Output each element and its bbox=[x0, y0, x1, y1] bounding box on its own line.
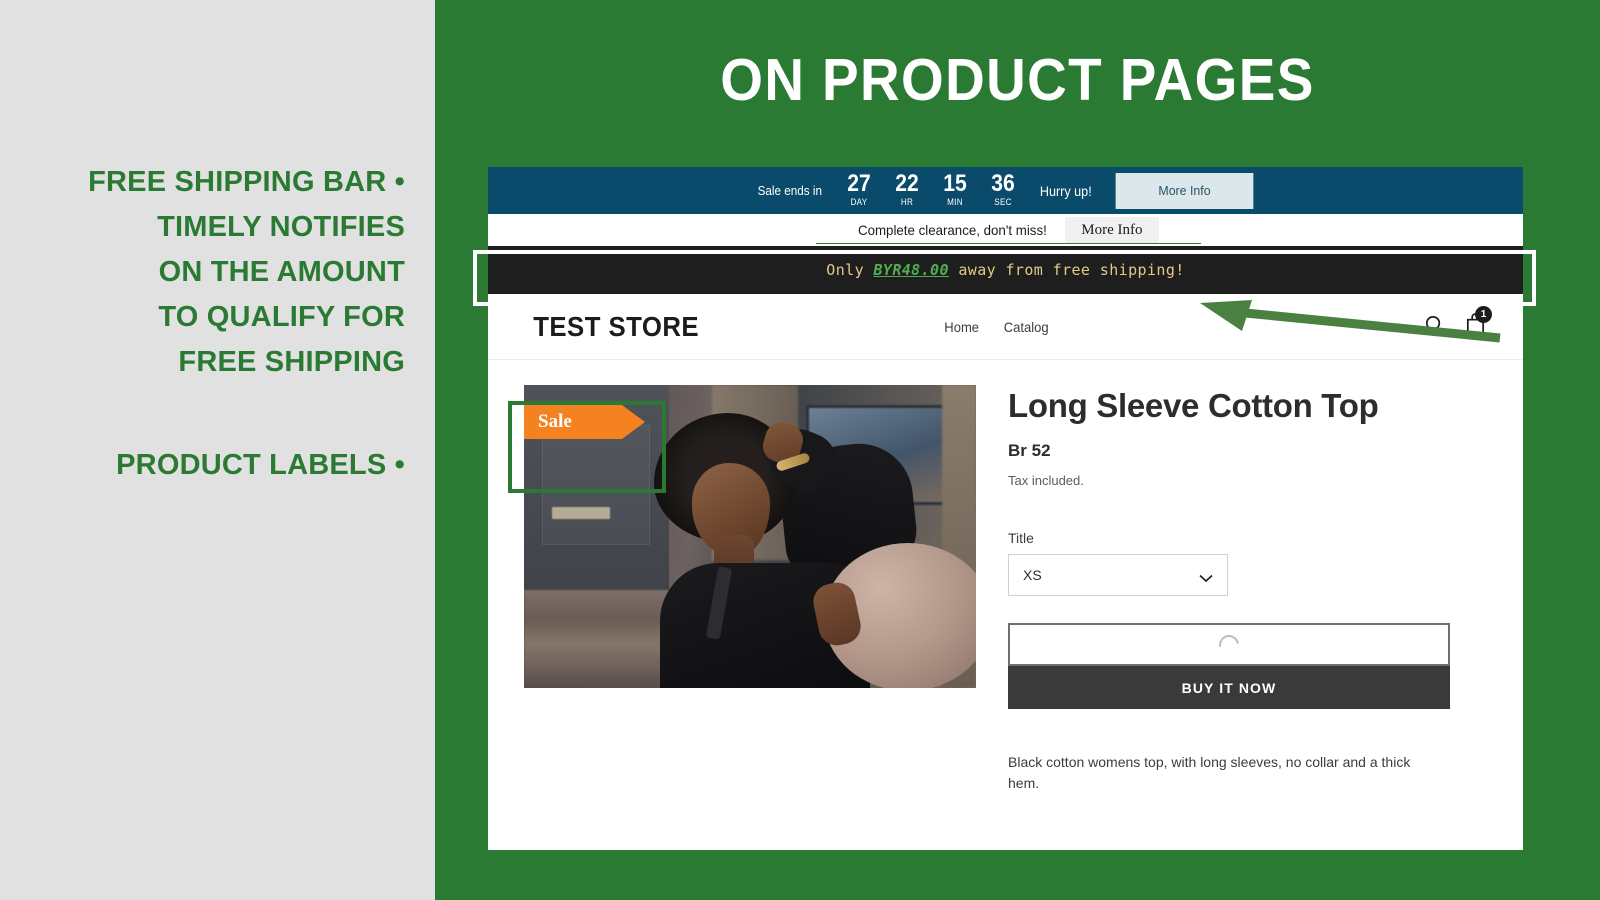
free-shipping-message: Only BYR48.00 away from free shipping! bbox=[826, 261, 1184, 279]
countdown-unit-label: HR bbox=[901, 197, 914, 207]
promo-strip: Complete clearance, don't miss! More Inf… bbox=[488, 214, 1523, 246]
annotation-free-shipping-bar: FREE SHIPPING BAR • TIMELY NOTIFIES ON T… bbox=[25, 160, 405, 385]
countdown-unit-label: DAY bbox=[851, 197, 868, 207]
store-logo[interactable]: TEST STORE bbox=[533, 311, 699, 343]
storefront-screenshot: Sale ends in 27 DAY 22 HR 15 MIN 36 SEC bbox=[488, 167, 1523, 850]
annotation-line: TIMELY NOTIFIES bbox=[157, 211, 405, 243]
shopping-bag-icon[interactable]: 1 bbox=[1464, 306, 1492, 341]
add-to-cart-button[interactable] bbox=[1008, 623, 1450, 666]
countdown-more-info-button[interactable]: More Info bbox=[1115, 172, 1254, 209]
hurry-up-text: Hurry up! bbox=[1040, 182, 1093, 199]
variant-select[interactable]: XS bbox=[1008, 554, 1228, 596]
countdown-label: Sale ends in bbox=[757, 183, 822, 198]
product-price: Br 52 bbox=[1008, 441, 1051, 460]
product-tax-note: Tax included. bbox=[1008, 473, 1084, 488]
product-sale-label: Sale bbox=[524, 405, 645, 439]
chevron-down-icon bbox=[1199, 570, 1213, 588]
countdown-unit-label: SEC bbox=[994, 197, 1013, 207]
nav-link-catalog[interactable]: Catalog bbox=[1004, 319, 1049, 335]
product-description: Black cotton womens top, with long sleev… bbox=[1008, 754, 1411, 791]
annotation-line: FREE SHIPPING BAR • bbox=[88, 166, 405, 198]
variant-selected-value: XS bbox=[1023, 567, 1042, 583]
countdown-unit-day: 27 DAY bbox=[842, 172, 876, 209]
loading-spinner-icon bbox=[1215, 630, 1243, 659]
store-header: TEST STORE Home Catalog 1 bbox=[488, 294, 1523, 360]
store-nav: Home Catalog bbox=[943, 319, 1051, 335]
product-media: Sale bbox=[524, 385, 976, 688]
promo-text: Complete clearance, don't miss! bbox=[857, 222, 1047, 238]
annotation-line: TO QUALIFY FOR bbox=[158, 301, 405, 333]
free-shipping-amount[interactable]: BYR48.00 bbox=[873, 261, 948, 279]
search-icon[interactable] bbox=[1423, 313, 1446, 341]
countdown-bar: Sale ends in 27 DAY 22 HR 15 MIN 36 SEC bbox=[488, 167, 1523, 214]
countdown-value: 36 bbox=[991, 170, 1016, 197]
cart-count-badge: 1 bbox=[1475, 306, 1492, 323]
product-info: Long Sleeve Cotton Top Br 52 Tax include… bbox=[1008, 385, 1487, 850]
countdown-unit-hr: 22 HR bbox=[890, 172, 924, 209]
countdown-timer: 27 DAY 22 HR 15 MIN 36 SEC bbox=[842, 172, 1020, 209]
countdown-unit-sec: 36 SEC bbox=[986, 172, 1020, 209]
annotation-panel: FREE SHIPPING BAR • TIMELY NOTIFIES ON T… bbox=[0, 0, 435, 900]
sale-label-text: Sale bbox=[538, 411, 572, 432]
product-title: Long Sleeve Cotton Top bbox=[1008, 387, 1379, 424]
countdown-value: 27 bbox=[847, 170, 872, 197]
nav-link-home[interactable]: Home bbox=[944, 319, 979, 335]
promo-underline bbox=[816, 243, 1201, 244]
free-shipping-prefix: Only bbox=[826, 261, 874, 279]
countdown-unit-label: MIN bbox=[947, 197, 964, 207]
countdown-unit-min: 15 MIN bbox=[938, 172, 972, 209]
free-shipping-bar: Only BYR48.00 away from free shipping! bbox=[488, 246, 1523, 294]
countdown-value: 15 bbox=[943, 170, 968, 197]
annotation-line: PRODUCT LABELS • bbox=[116, 449, 405, 481]
annotation-line: ON THE AMOUNT bbox=[158, 256, 405, 288]
buy-it-now-button[interactable]: BUY IT NOW bbox=[1008, 666, 1450, 709]
slide-root: FREE SHIPPING BAR • TIMELY NOTIFIES ON T… bbox=[0, 0, 1600, 900]
promo-more-info-button[interactable]: More Info bbox=[1065, 216, 1159, 244]
annotation-product-labels: PRODUCT LABELS • bbox=[25, 443, 405, 488]
variant-label: Title bbox=[1008, 530, 1034, 546]
annotation-line: FREE SHIPPING bbox=[178, 346, 405, 378]
header-actions: 1 bbox=[1423, 306, 1492, 341]
countdown-value: 22 bbox=[895, 170, 920, 197]
slide-title: ON PRODUCT PAGES bbox=[720, 47, 1315, 113]
product-detail: Sale Long Sleeve Cotton Top Br 52 Tax in… bbox=[488, 360, 1523, 850]
free-shipping-suffix: away from free shipping! bbox=[948, 261, 1185, 279]
